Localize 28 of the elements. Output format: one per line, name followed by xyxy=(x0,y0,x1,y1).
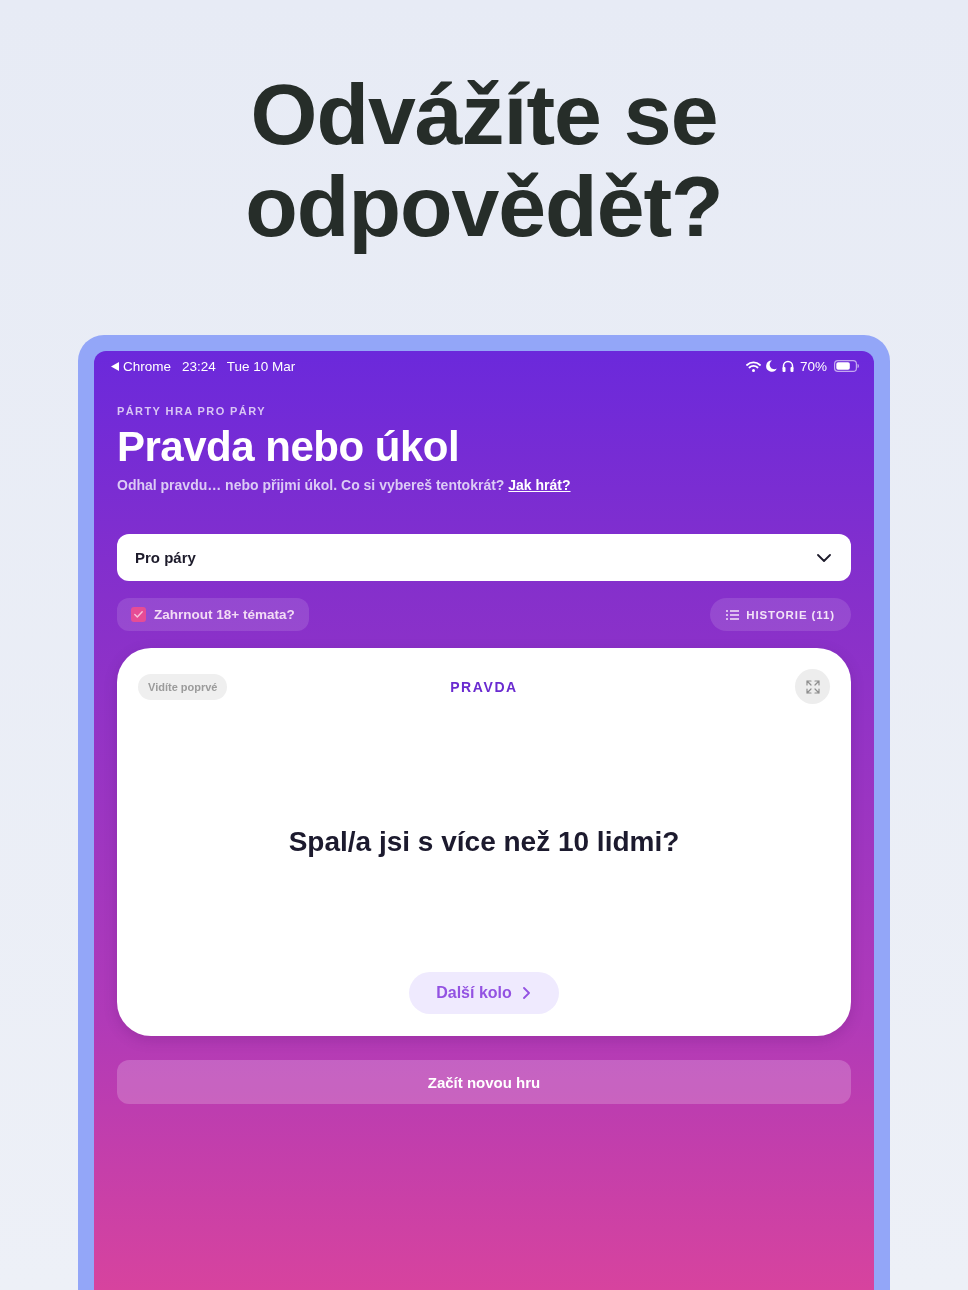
how-to-play-link[interactable]: Jak hrát? xyxy=(508,477,571,493)
headphones-icon xyxy=(781,360,794,372)
headline: Odvážíte se odpovědět? xyxy=(244,68,724,252)
moon-icon xyxy=(765,360,777,372)
back-arrow-icon[interactable] xyxy=(111,361,119,371)
status-date: Tue 10 Mar xyxy=(226,358,296,374)
mode-select[interactable]: Pro páry xyxy=(117,534,851,581)
chevron-right-icon xyxy=(522,987,530,999)
app-subtitle: Odhal pravdu… nebo přijmi úkol. Co si vybereš tentokrát? Jak hrát? xyxy=(117,476,572,494)
status-time: 23:24 xyxy=(182,358,216,374)
battery-icon xyxy=(834,360,859,372)
app-title: Pravda nebo úkol xyxy=(117,424,461,470)
chevron-down-icon xyxy=(817,553,831,562)
adult-topics-toggle[interactable]: Zahrnout 18+ témata? xyxy=(117,598,309,631)
expand-icon xyxy=(805,679,820,694)
history-button[interactable]: HISTORIE (11) xyxy=(710,598,851,631)
checkbox[interactable] xyxy=(131,607,146,622)
battery-percent: 70% xyxy=(799,358,827,374)
new-game-button[interactable]: Začít novou hru xyxy=(117,1060,851,1104)
wifi-icon xyxy=(745,360,761,372)
back-app-label[interactable]: Chrome xyxy=(123,358,171,374)
first-seen-badge: Vidíte poprvé xyxy=(138,673,228,700)
fullscreen-button[interactable] xyxy=(795,669,830,704)
list-icon xyxy=(726,609,740,620)
card-type-label: PRAVDA xyxy=(450,678,518,695)
next-round-button[interactable]: Další kolo xyxy=(409,972,559,1014)
eyebrow-label: PÁRTY HRA PRO PÁRY xyxy=(117,404,267,418)
question-text: Spal/a jsi s více než 10 lidmi? xyxy=(288,826,680,858)
